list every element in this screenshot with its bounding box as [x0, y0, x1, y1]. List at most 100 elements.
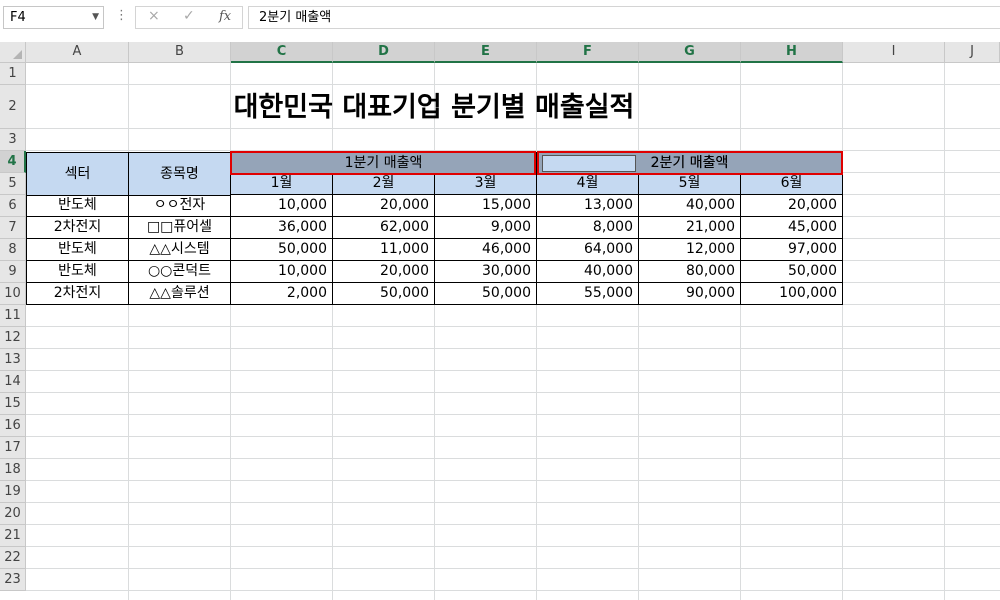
- cell-sales-value[interactable]: 40,000: [537, 261, 639, 283]
- column-header-e[interactable]: E: [435, 42, 537, 63]
- row-header-18[interactable]: 18: [0, 459, 26, 481]
- cell-sales-value[interactable]: 9,000: [435, 217, 537, 239]
- name-box[interactable]: F4 ▼: [3, 6, 104, 29]
- gridline: [26, 414, 1000, 415]
- row-header-16[interactable]: 16: [0, 415, 26, 437]
- gridline: [26, 502, 1000, 503]
- cell-sales-value[interactable]: 36,000: [231, 217, 333, 239]
- cell-stock[interactable]: △△시스템: [129, 239, 231, 261]
- sheet-title[interactable]: 대한민국 대표기업 분기별 매출실적: [26, 86, 842, 130]
- gridline: [26, 590, 1000, 591]
- cell-sales-value[interactable]: 45,000: [741, 217, 843, 239]
- cell-sales-value[interactable]: 13,000: [537, 195, 639, 217]
- cell-sales-value[interactable]: 50,000: [231, 239, 333, 261]
- column-header-h[interactable]: H: [741, 42, 843, 63]
- column-header-b[interactable]: B: [129, 42, 231, 63]
- header-month-5[interactable]: 5월: [639, 173, 741, 195]
- cell-sales-value[interactable]: 46,000: [435, 239, 537, 261]
- column-header-d[interactable]: D: [333, 42, 435, 63]
- cell-stock[interactable]: △△솔루션: [129, 283, 231, 305]
- q1-highlight-box: [230, 151, 536, 175]
- gridline: [26, 480, 1000, 481]
- cell-sector[interactable]: 반도체: [26, 239, 129, 261]
- row-header-9[interactable]: 9: [0, 261, 26, 283]
- column-header-g[interactable]: G: [639, 42, 741, 63]
- cell-sales-value[interactable]: 30,000: [435, 261, 537, 283]
- cell-sales-value[interactable]: 97,000: [741, 239, 843, 261]
- row-header-10[interactable]: 10: [0, 283, 26, 305]
- cell-sales-value[interactable]: 20,000: [741, 195, 843, 217]
- cell-sales-value[interactable]: 50,000: [333, 283, 435, 305]
- row-header-1[interactable]: 1: [0, 63, 26, 85]
- header-month-2[interactable]: 2월: [333, 173, 435, 195]
- header-month-6[interactable]: 6월: [741, 173, 843, 195]
- gridline: [26, 370, 1000, 371]
- worksheet[interactable]: ABCDEFGHIJ 1 2 3 4 5 6 7 8 9 10 11 12 13 14 15 16 17 18 19…: [0, 42, 1000, 600]
- row-header-11[interactable]: 11: [0, 305, 26, 327]
- header-month-1[interactable]: 1월: [231, 173, 333, 195]
- cell-sales-value[interactable]: 10,000: [231, 195, 333, 217]
- cell-sales-value[interactable]: 20,000: [333, 195, 435, 217]
- cell-sales-value[interactable]: 15,000: [435, 195, 537, 217]
- row-header-21[interactable]: 21: [0, 525, 26, 547]
- row-header-14[interactable]: 14: [0, 371, 26, 393]
- cell-stock[interactable]: ㅇㅇ전자: [129, 195, 231, 217]
- row-header-22[interactable]: 22: [0, 547, 26, 569]
- row-header-20[interactable]: 20: [0, 503, 26, 525]
- cell-sector[interactable]: 반도체: [26, 261, 129, 283]
- row-header-12[interactable]: 12: [0, 327, 26, 349]
- insert-function-icon[interactable]: fx: [219, 9, 231, 24]
- cell-sector[interactable]: 2차전지: [26, 217, 129, 239]
- column-header-j[interactable]: J: [945, 42, 1000, 63]
- cell-sales-value[interactable]: 20,000: [333, 261, 435, 283]
- header-month-3[interactable]: 3월: [435, 173, 537, 195]
- gridline: [26, 546, 1000, 547]
- cell-sales-value[interactable]: 55,000: [537, 283, 639, 305]
- row-header-6[interactable]: 6: [0, 195, 26, 217]
- cell-sales-value[interactable]: 2,000: [231, 283, 333, 305]
- cell-sales-value[interactable]: 62,000: [333, 217, 435, 239]
- formula-input[interactable]: 2분기 매출액: [248, 6, 1000, 29]
- row-header-4[interactable]: 4: [0, 151, 26, 173]
- cell-sales-value[interactable]: 100,000: [741, 283, 843, 305]
- gridline: [638, 63, 639, 600]
- cell-sales-value[interactable]: 21,000: [639, 217, 741, 239]
- header-stock[interactable]: 종목명: [129, 152, 231, 196]
- column-header-f[interactable]: F: [537, 42, 639, 63]
- cell-sales-value[interactable]: 50,000: [435, 283, 537, 305]
- more-options-icon[interactable]: ⋮: [115, 8, 128, 23]
- column-header-i[interactable]: I: [843, 42, 945, 63]
- row-header-7[interactable]: 7: [0, 217, 26, 239]
- column-header-c[interactable]: C: [231, 42, 333, 63]
- cell-sales-value[interactable]: 80,000: [639, 261, 741, 283]
- cell-sector[interactable]: 2차전지: [26, 283, 129, 305]
- row-header-5[interactable]: 5: [0, 173, 26, 195]
- gridline: [740, 63, 741, 600]
- row-header-15[interactable]: 15: [0, 393, 26, 415]
- cell-stock[interactable]: ○○콘덕트: [129, 261, 231, 283]
- row-header-3[interactable]: 3: [0, 129, 26, 151]
- cell-sales-value[interactable]: 8,000: [537, 217, 639, 239]
- row-header-2[interactable]: 2: [0, 85, 26, 129]
- row-header-13[interactable]: 13: [0, 349, 26, 371]
- column-header-a[interactable]: A: [26, 42, 129, 63]
- cell-sales-value[interactable]: 64,000: [537, 239, 639, 261]
- row-header-23[interactable]: 23: [0, 569, 26, 591]
- chevron-down-icon[interactable]: ▼: [92, 7, 99, 28]
- cell-sector[interactable]: 반도체: [26, 195, 129, 217]
- row-header-19[interactable]: 19: [0, 481, 26, 503]
- cell-sales-value[interactable]: 90,000: [639, 283, 741, 305]
- cell-sales-value[interactable]: 10,000: [231, 261, 333, 283]
- select-all-button[interactable]: [0, 42, 26, 63]
- header-sector[interactable]: 섹터: [26, 152, 129, 196]
- cell-sales-value[interactable]: 50,000: [741, 261, 843, 283]
- row-header-8[interactable]: 8: [0, 239, 26, 261]
- cell-sales-value[interactable]: 11,000: [333, 239, 435, 261]
- cell-sales-value[interactable]: 40,000: [639, 195, 741, 217]
- header-month-4[interactable]: 4월: [537, 173, 639, 195]
- cancel-icon[interactable]: ×: [148, 8, 160, 24]
- enter-icon[interactable]: ✓: [183, 8, 195, 24]
- cell-sales-value[interactable]: 12,000: [639, 239, 741, 261]
- row-header-17[interactable]: 17: [0, 437, 26, 459]
- cell-stock[interactable]: □□퓨어셀: [129, 217, 231, 239]
